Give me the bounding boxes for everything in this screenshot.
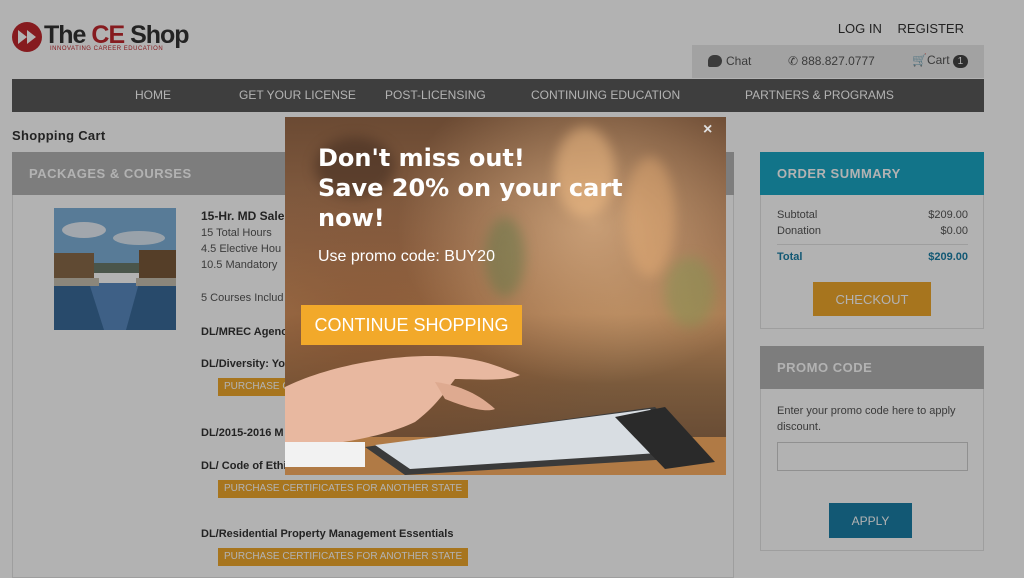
modal-headline: Don't miss out! Save 20% on your cart no… xyxy=(318,144,623,232)
continue-shopping-button[interactable]: CONTINUE SHOPPING xyxy=(301,305,522,345)
close-icon[interactable]: × xyxy=(703,121,712,139)
promo-code-text: Use promo code: BUY20 xyxy=(318,248,495,265)
